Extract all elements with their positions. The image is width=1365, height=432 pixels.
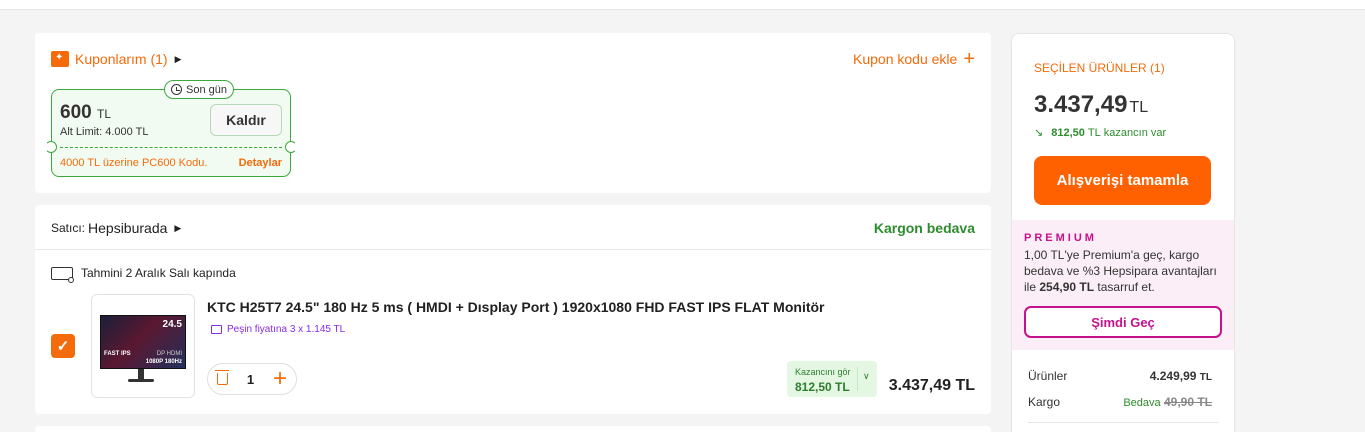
image-size-text: 24.5 [162,319,182,330]
total-price-value: 3.437,49 [1034,91,1128,118]
complete-purchase-button[interactable]: Alışverişi tamamla [1034,156,1211,205]
products-total-amount: 4.249,99 [1149,369,1197,383]
image-panel-text: FAST IPS [104,351,131,357]
summary-divider [1028,422,1218,423]
premium-text-after: tasarruf et. [1094,280,1155,294]
seller-label: Satıcı: [51,221,86,235]
premium-join-button[interactable]: Şimdi Geç [1024,306,1222,338]
earnings-label: Kazancını gör [795,367,851,377]
earnings-value: 812,50 TL [795,380,850,394]
quantity-value: 1 [246,371,255,387]
coupon-details-link[interactable]: Detaylar [239,157,282,169]
divider [35,249,991,250]
coupon-icon [51,51,69,67]
coupon-ticket: Son gün 600 TL Alt Limit: 4.000 TL Kaldı… [45,80,297,177]
delivery-text: Tahmini 2 Aralık Salı kapında [81,266,236,280]
my-coupons-link[interactable]: Kuponlarım (1) ▶ [51,51,182,67]
coupon-min-limit: Alt Limit: 4.000 TL [60,126,149,138]
free-shipping-label: Kargon bedava [873,220,975,236]
product-price: 3.437,49 TL [888,377,975,394]
premium-text-amount: 254,90 TL [1039,280,1095,294]
total-price: 3.437,49 TL [1034,91,1148,119]
shipping-value: Bedava 49,90 TL [1123,395,1212,409]
trend-down-icon: ↘ [1034,127,1044,139]
ticket-divider [60,147,282,148]
ticket-notch-left [45,141,57,153]
product-image[interactable]: 24.5 FAST IPS DP HDMI 1080P 180Hz [91,294,195,398]
trash-icon[interactable] [215,370,229,385]
products-total-label: Ürünler [1028,369,1068,383]
savings-amount: 812,50 [1051,126,1085,139]
coupon-amount: 600 TL [60,102,111,124]
last-day-label: Son gün [186,83,227,96]
selected-products-label: SEÇİLEN ÜRÜNLER (1) [1034,61,1165,75]
product-title-link[interactable]: KTC H25T7 24.5" 180 Hz 5 ms ( HMDI + Dıs… [207,299,825,315]
earnings-dropdown[interactable]: Kazancını gör 812,50 TL ∨ [787,361,877,397]
delivery-estimate: Tahmini 2 Aralık Salı kapında [51,266,236,283]
monitor-screen: 24.5 FAST IPS DP HDMI 1080P 180Hz [100,315,186,369]
add-coupon-label: Kupon kodu ekle [853,51,958,67]
card-icon [211,325,222,334]
products-total-currency: TL [1199,372,1212,383]
order-summary: SEÇİLEN ÜRÜNLER (1) 3.437,49 TL ↘ 812,50 … [1011,33,1235,432]
savings-suffix: kazancın var [1103,126,1167,139]
total-price-currency: TL [1129,99,1149,116]
coupons-card: Kuponlarım (1) ▶ Kupon kodu ekle + Son g… [35,33,991,193]
image-ports-text: DP HDMI [156,351,182,357]
remove-coupon-button[interactable]: Kaldır [210,104,282,136]
last-day-badge: Son gün [164,80,234,99]
plus-icon: + [963,48,975,70]
shipping-label: Kargo [1028,395,1061,409]
increase-quantity-button[interactable]: + [273,367,287,391]
ticket-notch-right [285,141,297,153]
coupon-condition: 4000 TL üzerine PC600 Kodu. [60,157,208,169]
shipping-row: Kargo Bedava 49,90 TL [1028,395,1212,409]
product-select-checkbox[interactable]: ✓ [51,334,75,358]
caret-right-icon: ▶ [174,222,182,233]
installment-text: Peşin fiyatına 3 x 1.145 TL [227,324,346,335]
quantity-stepper: 1 + [207,363,297,395]
shipping-old-price: 49,90 TL [1163,395,1212,409]
coupon-amount-value: 600 [60,102,92,123]
seller-card: Satıcı: Hepsiburada ▶ Kargon bedava Tahm… [35,205,991,414]
add-coupon-code-button[interactable]: Kupon kodu ekle + [853,48,975,70]
monitor-base [128,379,154,382]
coupon-amount-currency: TL [96,107,111,121]
top-header-edge [0,0,1365,10]
installment-badge: Peşin fiyatına 3 x 1.145 TL [211,324,345,335]
products-total-value: 4.249,99 TL [1150,369,1212,383]
products-total-row: Ürünler 4.249,99 TL [1028,369,1212,383]
shipping-free: Bedava [1123,397,1161,409]
monitor-stand [138,369,144,379]
savings-info: ↘ 812,50 TL kazancın var [1034,126,1167,140]
image-res-text: 1080P 180Hz [145,359,182,365]
earnings-separator [857,367,858,391]
premium-promo: PREMIUM 1,00 TL'ye Premium'a geç, kargo … [1012,220,1234,350]
chevron-down-icon: ∨ [863,371,870,381]
next-card-edge [35,426,991,432]
caret-right-icon: ▶ [174,53,182,64]
my-coupons-label: Kuponlarım (1) [75,51,168,67]
seller-link[interactable]: Satıcı: Hepsiburada ▶ [51,220,181,236]
savings-currency: TL [1087,126,1101,139]
seller-name: Hepsiburada [88,220,168,236]
clock-icon [171,84,182,95]
premium-text: 1,00 TL'ye Premium'a geç, kargo bedava v… [1024,247,1224,295]
premium-brand: PREMIUM [1024,232,1097,244]
truck-icon [51,266,74,283]
